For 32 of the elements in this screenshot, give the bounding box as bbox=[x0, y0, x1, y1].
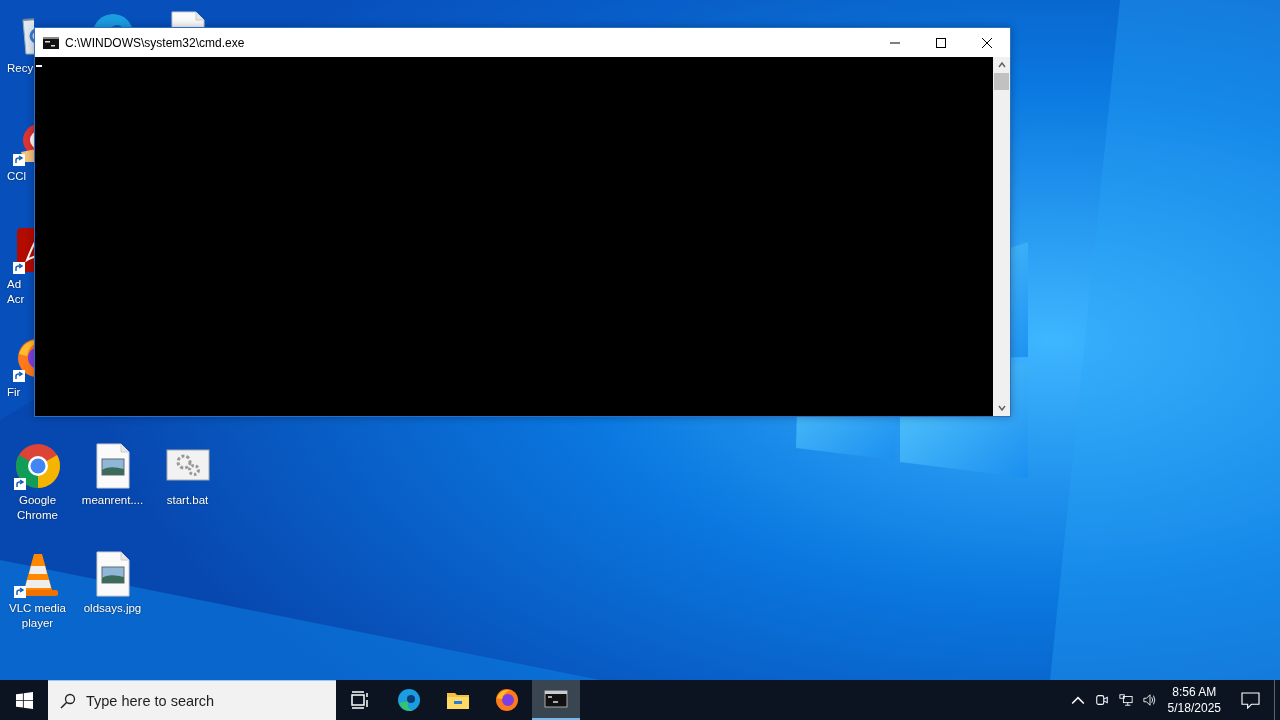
fox-globe-icon bbox=[495, 688, 519, 712]
icon-label: VLC media player bbox=[9, 601, 66, 631]
speaker-icon[interactable] bbox=[1142, 693, 1157, 707]
maximize-icon bbox=[936, 37, 946, 48]
edge-icon bbox=[397, 688, 421, 712]
taskbar-app-button[interactable] bbox=[532, 680, 580, 720]
icon-label: start.bat bbox=[166, 493, 209, 508]
search-field[interactable]: Type here to search bbox=[86, 689, 326, 712]
icon-label: Google Chrome bbox=[17, 493, 58, 523]
document-icon[interactable] bbox=[13, 226, 34, 274]
console-icon bbox=[544, 687, 568, 711]
console-icon bbox=[43, 36, 59, 49]
icon-label: CCl bbox=[6, 169, 27, 184]
icon-label: Fir bbox=[6, 385, 21, 400]
chrome-icon[interactable] bbox=[13, 442, 62, 490]
search-bar[interactable]: Type here to search bbox=[48, 680, 336, 720]
camera-icon[interactable] bbox=[1094, 693, 1109, 707]
network-icon[interactable] bbox=[1118, 693, 1133, 707]
icon-label: meanrent.... bbox=[81, 493, 144, 508]
scrollbar[interactable] bbox=[993, 57, 1010, 416]
icon-label: Ad Acr bbox=[6, 277, 25, 307]
clock-date: 5/18/2025 bbox=[1167, 700, 1221, 716]
icon-label: Recy bbox=[6, 61, 34, 76]
window-title: C:\WINDOWS\system32\cmd.exe bbox=[65, 35, 246, 50]
search-icon bbox=[60, 692, 76, 709]
notification-icon[interactable] bbox=[1241, 691, 1260, 709]
windows-logo-icon bbox=[15, 691, 33, 709]
scroll-thumb[interactable] bbox=[994, 73, 1009, 90]
clock[interactable]: 8:56 AM 5/18/2025 bbox=[1167, 684, 1221, 716]
close-icon bbox=[982, 37, 992, 48]
clock-time: 8:56 AM bbox=[1172, 684, 1217, 700]
icon-label: oldsays.jpg bbox=[83, 601, 142, 616]
